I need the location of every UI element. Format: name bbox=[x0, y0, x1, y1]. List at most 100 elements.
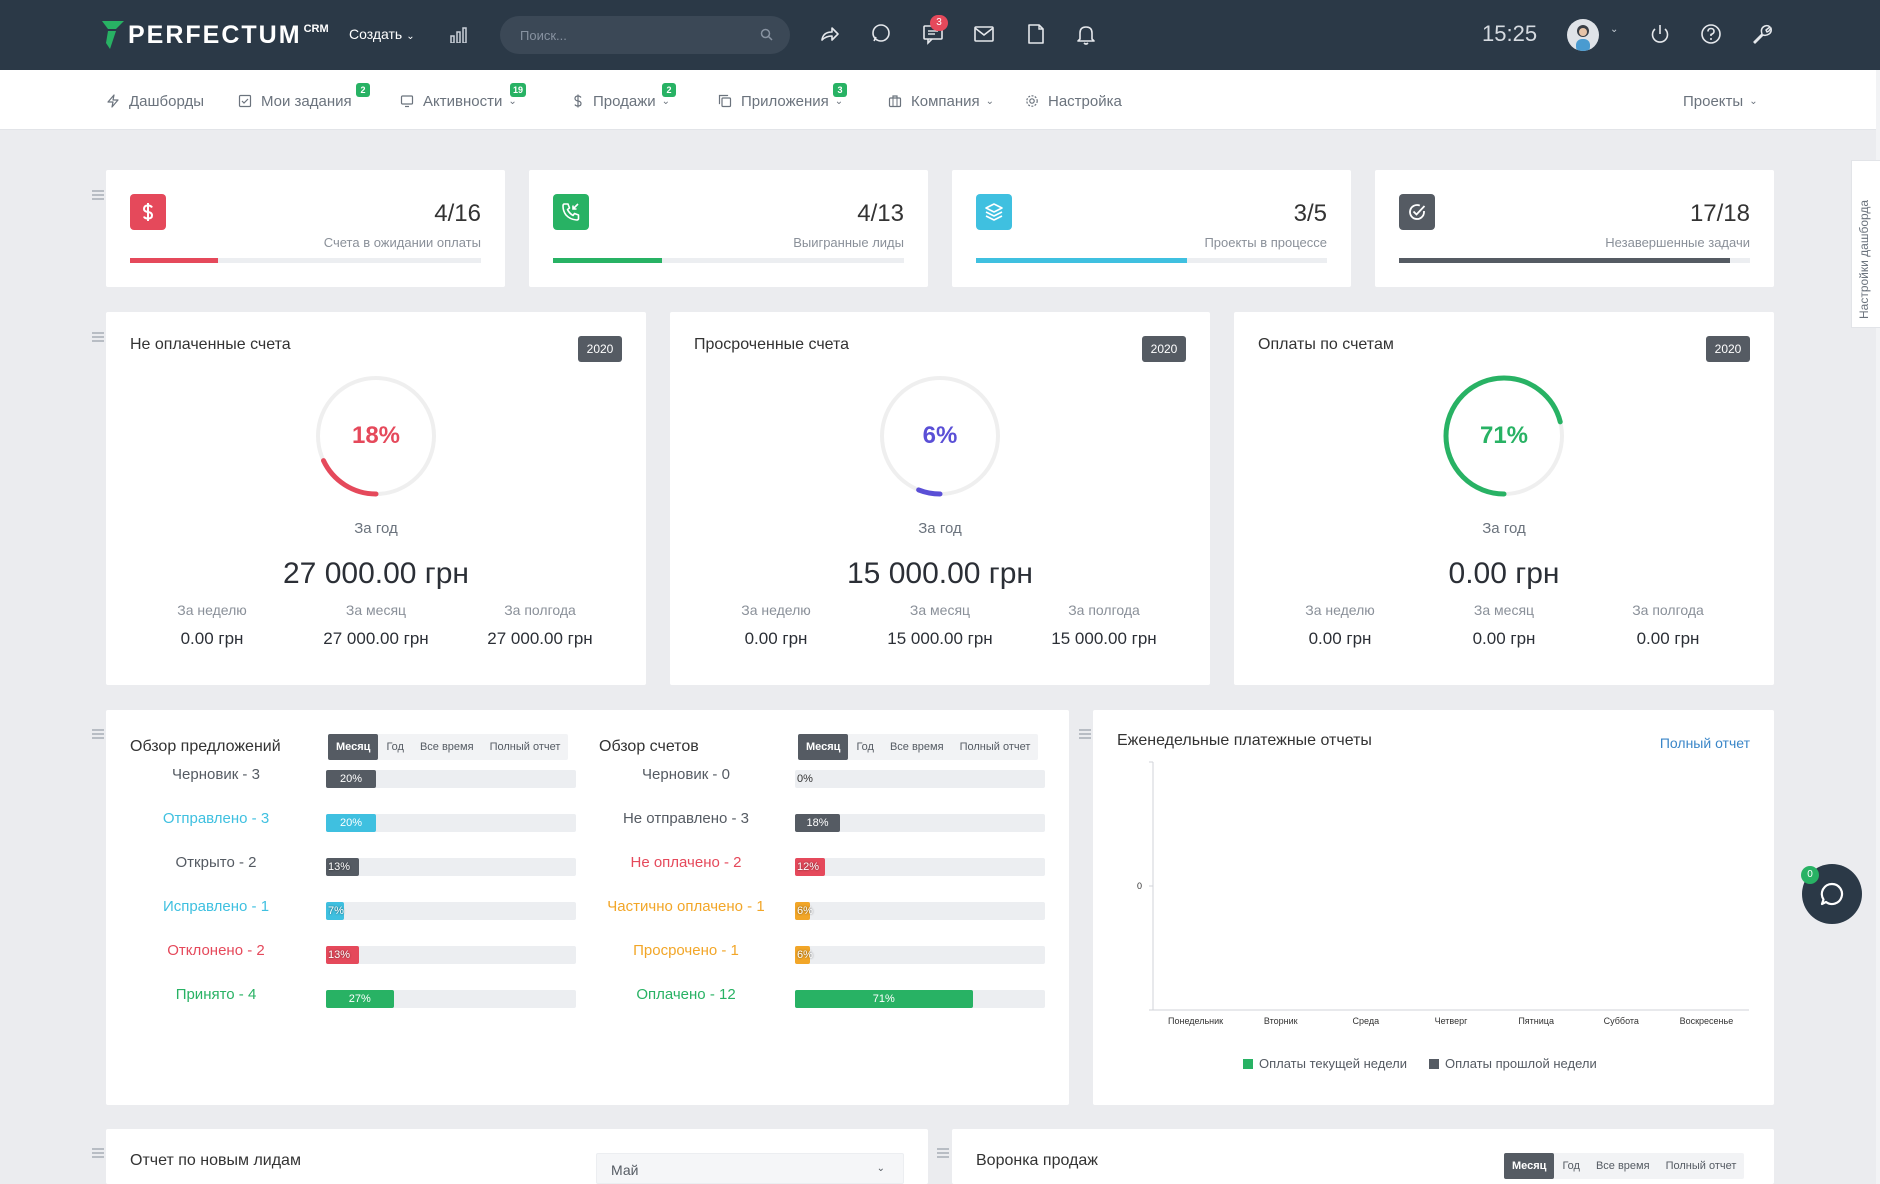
chevron-down-icon: ⌄ bbox=[985, 95, 995, 107]
unpaid-invoices-card: Не оплаченные счета 2020 18% За год 27 0… bbox=[106, 312, 646, 685]
tab-month[interactable]: Месяц bbox=[328, 734, 379, 760]
progress-track: 6% bbox=[795, 946, 1045, 964]
drag-handle[interactable] bbox=[92, 729, 104, 741]
progress-track: 0% bbox=[795, 770, 1045, 788]
help-icon[interactable] bbox=[1700, 23, 1722, 45]
stat-icon bbox=[976, 194, 1012, 230]
file-icon[interactable] bbox=[1025, 23, 1047, 45]
status-row[interactable]: Частично оплачено - 1 6% bbox=[106, 898, 1069, 920]
year-badge[interactable]: 2020 bbox=[578, 336, 622, 362]
donut-percent: 71% bbox=[1479, 422, 1529, 449]
status-row[interactable]: Черновик - 0 0% bbox=[106, 766, 1069, 788]
month-amount: 27 000.00 грн bbox=[323, 629, 429, 648]
nav-item-label: Дашборды bbox=[129, 92, 204, 110]
tab-full-report[interactable]: Полный отчет bbox=[952, 734, 1039, 760]
search-icon[interactable] bbox=[760, 28, 773, 41]
card-title: Оплаты по счетам bbox=[1258, 336, 1394, 353]
stat-progress-fill bbox=[553, 258, 662, 263]
stat-value: 4/16 bbox=[434, 200, 481, 227]
tab-full-report[interactable]: Полный отчет bbox=[482, 734, 569, 760]
card-title: Просроченные счета bbox=[694, 336, 850, 353]
sales-funnel-title: Воронка продаж bbox=[976, 1152, 1098, 1169]
tab-year[interactable]: Год bbox=[848, 734, 882, 760]
period-label: За год bbox=[354, 520, 398, 537]
legend-item-last-week[interactable]: Оплаты прошлой недели bbox=[1429, 1056, 1597, 1071]
chat-icon[interactable] bbox=[870, 23, 892, 45]
main-nav: Дашборды Мои задания 2 Активности 19 ⌄ П… bbox=[0, 70, 1876, 130]
nav-item-sales[interactable]: Продажи 2 ⌄ bbox=[572, 83, 676, 111]
nav-item-company[interactable]: Компания ⌄ bbox=[888, 91, 994, 111]
chevron-down-icon[interactable]: ⌄ bbox=[1610, 24, 1618, 35]
status-row[interactable]: Не отправлено - 3 18% bbox=[106, 810, 1069, 832]
layers-icon bbox=[985, 203, 1003, 221]
year-badge[interactable]: 2020 bbox=[1706, 336, 1750, 362]
chevron-down-icon: ⌄ bbox=[1749, 95, 1758, 107]
nav-item-my-tasks[interactable]: Мои задания 2 bbox=[238, 83, 370, 111]
status-row[interactable]: Просрочено - 1 6% bbox=[106, 942, 1069, 964]
status-row[interactable]: Оплачено - 12 71% bbox=[106, 986, 1069, 1008]
dashboard-settings-tab[interactable]: Настройки дашборда bbox=[1851, 160, 1880, 328]
wrench-icon[interactable] bbox=[1751, 23, 1773, 45]
avatar-icon bbox=[1576, 25, 1590, 51]
search-input[interactable] bbox=[500, 16, 790, 54]
tab-year[interactable]: Год bbox=[378, 734, 412, 760]
tab-full-report[interactable]: Полный отчет bbox=[1658, 1153, 1745, 1179]
stat-progress bbox=[130, 258, 481, 263]
bar-chart-icon[interactable] bbox=[450, 27, 470, 43]
invoice-payments-card: Оплаты по счетам 2020 71% За год 0.00 гр… bbox=[1234, 312, 1774, 685]
progress-percent: 18% bbox=[806, 817, 829, 829]
drag-handle[interactable] bbox=[92, 190, 104, 202]
create-menu[interactable]: Создать ⌄ bbox=[349, 26, 415, 42]
status-label: Черновик - 0 bbox=[642, 766, 730, 783]
stat-value: 3/5 bbox=[1293, 200, 1327, 227]
nav-item-dashboards[interactable]: Дашборды bbox=[106, 91, 204, 111]
month-label: За месяц bbox=[1473, 602, 1535, 618]
drag-handle[interactable] bbox=[1079, 729, 1091, 741]
tab-all-time[interactable]: Все время bbox=[882, 734, 952, 760]
period-label: За год bbox=[918, 520, 962, 537]
new-leads-title: Отчет по новым лидам bbox=[130, 1152, 301, 1169]
tab-year[interactable]: Год bbox=[1554, 1153, 1588, 1179]
bell-icon[interactable] bbox=[1075, 23, 1097, 45]
drag-handle[interactable] bbox=[92, 1148, 104, 1160]
nav-item-settings[interactable]: Настройка bbox=[1025, 91, 1122, 111]
check-circle-icon bbox=[1409, 204, 1426, 220]
tab-all-time[interactable]: Все время bbox=[1588, 1153, 1658, 1179]
month-select[interactable]: Май ⌄ bbox=[596, 1153, 904, 1184]
nav-item-apps[interactable]: Приложения 3 ⌄ bbox=[718, 83, 847, 111]
month-amount: 0.00 грн bbox=[1472, 629, 1536, 648]
avatar[interactable] bbox=[1567, 19, 1599, 51]
nav-item-activities[interactable]: Активности 19 ⌄ bbox=[400, 83, 527, 111]
nav-item-label: Мои задания bbox=[261, 92, 352, 110]
logo[interactable]: PERFECTUM CRM bbox=[102, 20, 329, 50]
power-icon[interactable] bbox=[1649, 23, 1671, 45]
status-row[interactable]: Не оплачено - 2 12% bbox=[106, 854, 1069, 876]
mail-icon[interactable] bbox=[973, 23, 995, 45]
tab-month[interactable]: Месяц bbox=[798, 734, 849, 760]
stat-label: Выигранные лиды bbox=[793, 235, 904, 250]
proposals-overview-title: Обзор предложений bbox=[130, 738, 281, 755]
tab-all-time[interactable]: Все время bbox=[412, 734, 482, 760]
y-tick-label: 0 bbox=[1137, 881, 1143, 891]
nav-item-label: Компания bbox=[911, 92, 980, 110]
stat-progress bbox=[1399, 258, 1750, 263]
drag-handle[interactable] bbox=[92, 332, 104, 344]
weekly-payments-card: Еженедельные платежные отчеты Полный отч… bbox=[1093, 710, 1774, 1105]
tab-month[interactable]: Месяц bbox=[1504, 1153, 1555, 1179]
stat-progress bbox=[553, 258, 904, 263]
chevron-down-icon: ⌄ bbox=[406, 31, 415, 42]
status-label: Не оплачено - 2 bbox=[630, 854, 742, 871]
drag-handle[interactable] bbox=[937, 1148, 949, 1160]
progress-percent: 6% bbox=[797, 905, 813, 917]
progress-percent: 6% bbox=[797, 949, 813, 961]
logo-sup: CRM bbox=[303, 23, 329, 35]
progress-track: 6% bbox=[795, 902, 1045, 920]
lightning-icon bbox=[107, 94, 119, 108]
projects-menu[interactable]: Проекты ⌄ bbox=[1683, 91, 1758, 111]
progress-fill: 71% bbox=[795, 990, 973, 1008]
year-badge[interactable]: 2020 bbox=[1142, 336, 1186, 362]
invoices-period-tabs: Месяц Год Все время Полный отчет bbox=[798, 734, 1039, 760]
create-label: Создать bbox=[349, 26, 403, 42]
legend-item-current-week[interactable]: Оплаты текущей недели bbox=[1243, 1056, 1407, 1071]
share-icon[interactable] bbox=[819, 23, 841, 45]
